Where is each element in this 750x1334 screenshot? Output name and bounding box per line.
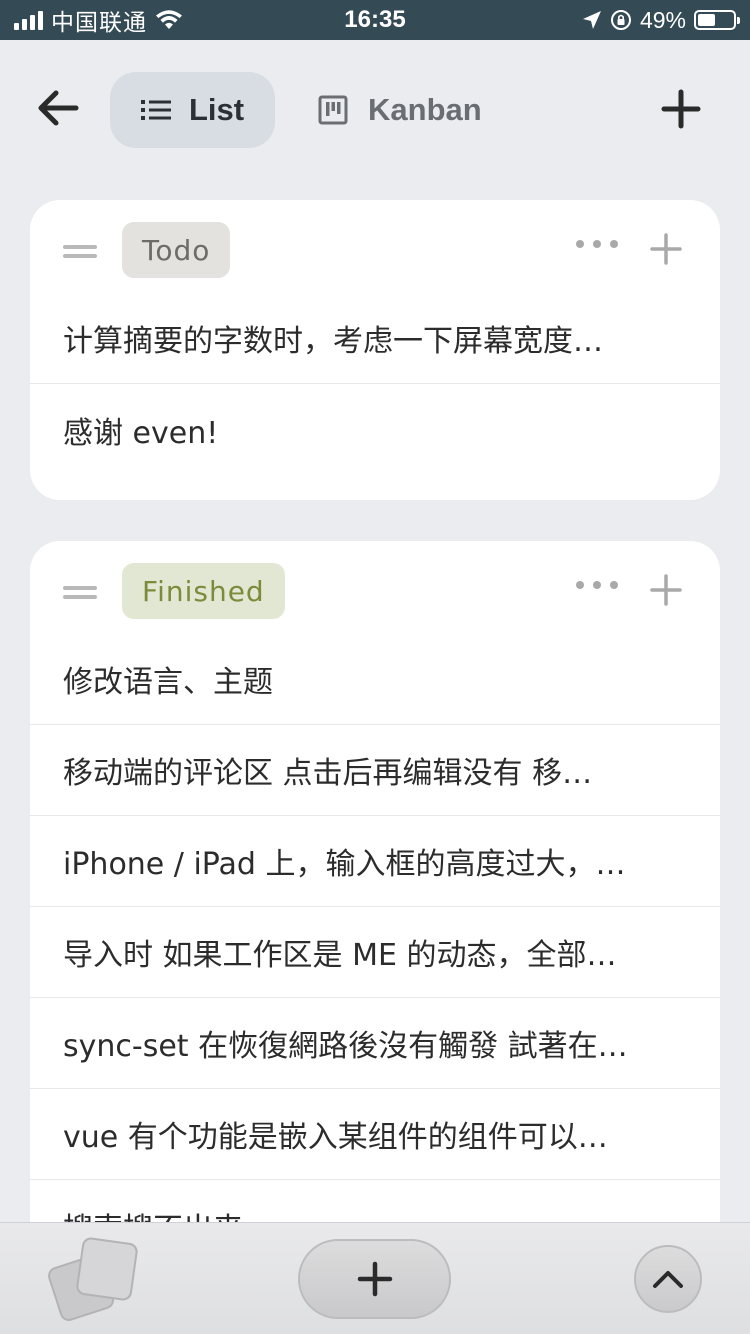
tab-list[interactable]: List [110, 72, 275, 148]
battery-percent: 49% [639, 6, 686, 33]
battery-icon [694, 10, 740, 30]
list-item-text: 修改语言、主题 [63, 665, 273, 700]
plus-icon [357, 1261, 392, 1297]
list-item[interactable]: 计算摘要的字数时，考虑一下屏幕宽度… [30, 293, 720, 384]
group-header: Finished [30, 541, 720, 634]
list-item[interactable]: 导入时 如果工作区是 ME 的动态，全部… [30, 907, 720, 998]
tab-list-label: List [188, 92, 245, 127]
tab-kanban[interactable]: Kanban [300, 72, 500, 148]
list-item[interactable]: vue 有个功能是嵌入某组件的组件可以… [30, 1089, 720, 1180]
list-item-text: 计算摘要的字数时，考虑一下屏幕宽度… [63, 324, 603, 359]
status-bar: 中国联通 16:35 49% [0, 0, 750, 40]
list-item[interactable]: 修改语言、主题 [30, 634, 720, 725]
drag-handle-icon[interactable] [63, 586, 97, 604]
kanban-icon [318, 95, 348, 125]
list-item-text: sync-set 在恢復網路後沒有觸發 試著在… [63, 1029, 628, 1064]
add-icon[interactable] [656, 84, 706, 134]
list-item[interactable]: sync-set 在恢復網路後沒有觸發 試著在… [30, 998, 720, 1089]
more-options-icon[interactable] [576, 581, 618, 589]
bottom-toolbar [0, 1222, 750, 1334]
location-arrow-icon [582, 11, 601, 29]
add-item-icon[interactable] [650, 233, 682, 265]
list-item[interactable]: iPhone / iPad 上，输入框的高度过大，… [30, 816, 720, 907]
header: List Kanban [0, 40, 750, 190]
status-tag-todo[interactable]: Todo [122, 222, 231, 278]
group-header: Todo [30, 200, 720, 293]
drag-handle-icon[interactable] [63, 245, 97, 263]
back-arrow-icon[interactable] [30, 80, 86, 136]
add-item-button[interactable] [298, 1239, 451, 1319]
status-tag-finished[interactable]: Finished [122, 563, 285, 619]
tab-kanban-label: Kanban [368, 92, 482, 127]
group-card-finished: Finished 修改语言、主题 移动端的评论区 点击后再编辑没有 移… iPh… [30, 541, 720, 1241]
list-item-text: 感谢 even! [63, 415, 219, 451]
chevron-up-icon [653, 1271, 683, 1288]
card-stack-icon[interactable] [46, 1237, 142, 1327]
list-item-text: vue 有个功能是嵌入某组件的组件可以… [63, 1120, 608, 1155]
more-options-icon[interactable] [576, 240, 618, 248]
list-icon [140, 100, 171, 120]
list-item-text: iPhone / iPad 上，输入框的高度过大，… [63, 847, 626, 882]
scroll-to-top-button[interactable] [634, 1245, 702, 1313]
add-item-icon[interactable] [650, 574, 682, 606]
list-item[interactable]: 移动端的评论区 点击后再编辑没有 移… [30, 725, 720, 816]
orientation-lock-icon [610, 10, 631, 30]
group-card-todo: Todo 计算摘要的字数时，考虑一下屏幕宽度… 感谢 even! [30, 200, 720, 500]
list-item[interactable]: 感谢 even! [30, 384, 720, 475]
list-item-text: 移动端的评论区 点击后再编辑没有 移… [63, 756, 593, 791]
list-item-text: 导入时 如果工作区是 ME 的动态，全部… [63, 938, 617, 973]
